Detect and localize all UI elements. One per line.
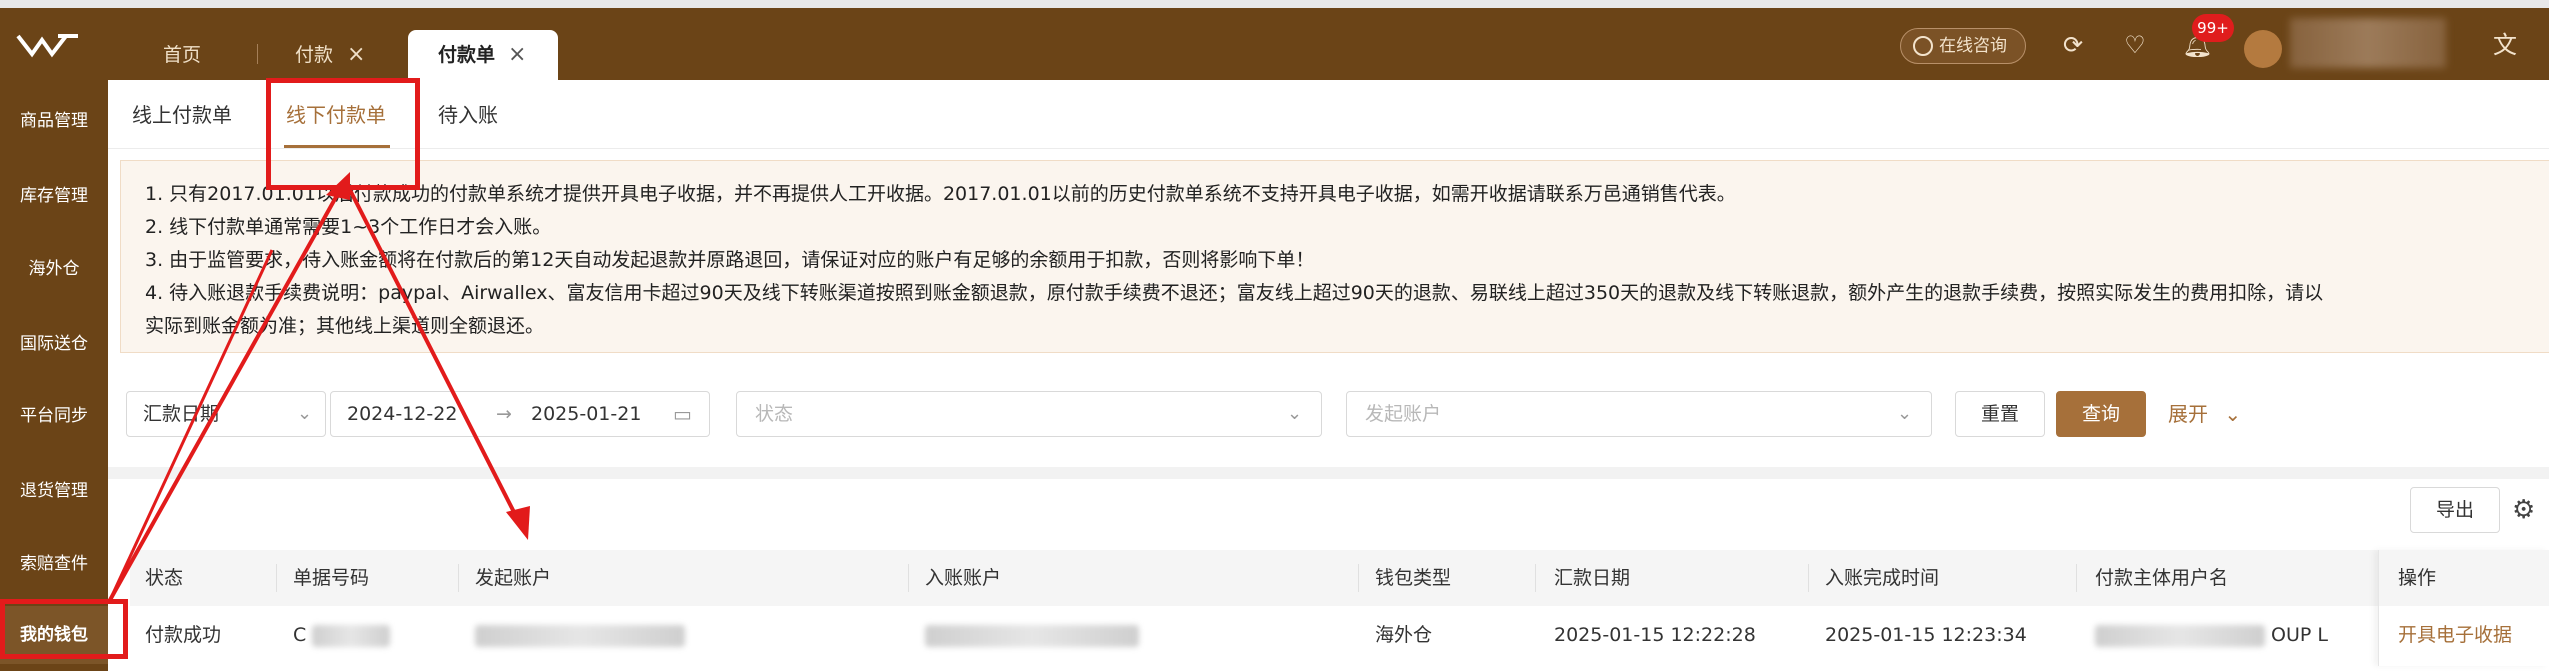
annotation-arrows (108, 172, 530, 601)
annotation-arrowhead (326, 172, 350, 200)
annotation-arrowhead (506, 506, 530, 540)
annotation-arrow-up (108, 189, 342, 601)
annotation-line (108, 249, 274, 601)
annotation-arrow-down (348, 189, 520, 521)
